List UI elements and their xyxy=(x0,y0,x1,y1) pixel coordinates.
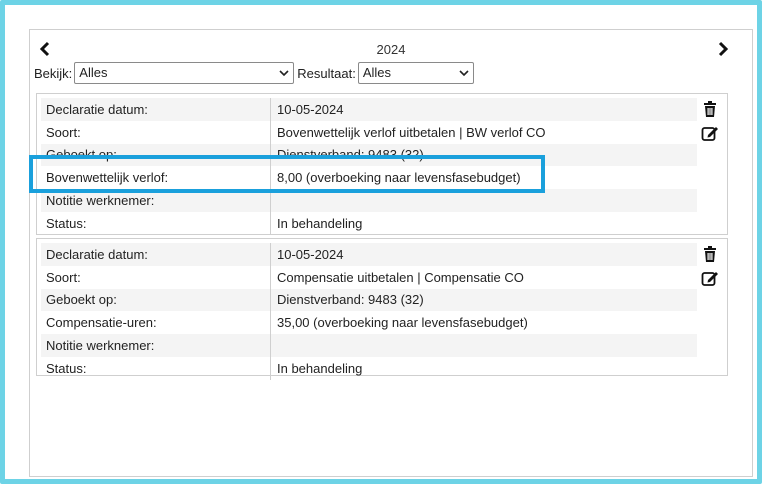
field-value: Compensatie uitbetalen | Compensatie CO xyxy=(277,269,524,285)
edit-icon[interactable] xyxy=(701,124,719,142)
field-value: 10-05-2024 xyxy=(277,101,344,117)
field-label: Notitie werknemer: xyxy=(41,189,271,212)
field-value: 8,00 (overboeking naar levensfasebudget) xyxy=(277,170,521,186)
edit-icon[interactable] xyxy=(701,269,719,287)
year-navigation: 2024 xyxy=(30,38,752,58)
field-value: In behandeling xyxy=(277,360,363,376)
field-label: Declaratie datum: xyxy=(41,98,271,121)
field-label: Geboekt op: xyxy=(41,288,271,312)
resultaat-label: Resultaat: xyxy=(297,65,356,81)
table-row: Geboekt op: Dienstverband: 9483 (32) xyxy=(41,288,697,312)
table-row: Soort: Compensatie uitbetalen | Compensa… xyxy=(41,265,697,289)
field-label: Notitie werknemer: xyxy=(41,334,271,357)
table-row: Notitie werknemer: xyxy=(41,334,697,357)
table-row: Declaratie datum: 10-05-2024 xyxy=(41,243,697,266)
field-label: Soort: xyxy=(41,265,271,289)
table-row: Status: In behandeling xyxy=(41,211,697,235)
declaration-card: Declaratie datum: 10-05-2024 Soort: Comp… xyxy=(36,238,728,380)
declarations-panel: 2024 Bekijk: Alles Resultaat: Alles Decl… xyxy=(29,29,753,477)
declaration-card: Declaratie datum: 10-05-2024 Soort: Bove… xyxy=(36,93,728,235)
declaration-details: Declaratie datum: 10-05-2024 Soort: Bove… xyxy=(41,98,697,235)
outer-frame: 2024 Bekijk: Alles Resultaat: Alles Decl… xyxy=(0,0,762,484)
table-row: Compensatie-uren: 35,00 (overboeking naa… xyxy=(41,311,697,335)
field-label: Status: xyxy=(41,356,271,380)
field-value: Dienstverband: 9483 (32) xyxy=(277,147,424,163)
chevron-right-icon[interactable] xyxy=(716,41,730,57)
declaration-details: Declaratie datum: 10-05-2024 Soort: Comp… xyxy=(41,243,697,380)
field-label: Compensatie-uren: xyxy=(41,311,271,335)
chevron-down-icon xyxy=(459,70,469,77)
field-value: In behandeling xyxy=(277,215,363,231)
field-label: Declaratie datum: xyxy=(41,243,271,266)
filter-bar: Bekijk: Alles Resultaat: Alles xyxy=(34,62,474,84)
resultaat-select[interactable]: Alles xyxy=(357,62,474,84)
table-row: Geboekt op: Dienstverband: 9483 (32) xyxy=(41,143,697,167)
field-value: Bovenwettelijk verlof uitbetalen | BW ve… xyxy=(277,124,546,140)
field-label: Bovenwettelijk verlof: xyxy=(41,166,271,190)
trash-icon[interactable] xyxy=(701,245,719,263)
chevron-down-icon xyxy=(279,70,289,77)
bekijk-select[interactable]: Alles xyxy=(74,62,295,84)
bekijk-label: Bekijk: xyxy=(34,65,73,81)
table-row: Bovenwettelijk verlof: 8,00 (overboeking… xyxy=(41,166,697,190)
field-label: Soort: xyxy=(41,120,271,144)
table-row: Notitie werknemer: xyxy=(41,189,697,212)
bekijk-select-value: Alles xyxy=(79,65,108,80)
field-value: 35,00 (overboeking naar levensfasebudget… xyxy=(277,315,528,331)
card-actions xyxy=(701,100,721,148)
resultaat-select-value: Alles xyxy=(362,65,392,80)
card-actions xyxy=(701,245,721,293)
field-value: 10-05-2024 xyxy=(277,246,344,262)
table-row: Declaratie datum: 10-05-2024 xyxy=(41,98,697,121)
table-row: Status: In behandeling xyxy=(41,356,697,380)
table-row: Soort: Bovenwettelijk verlof uitbetalen … xyxy=(41,120,697,144)
year-label: 2024 xyxy=(376,42,406,57)
field-label: Geboekt op: xyxy=(41,143,271,167)
field-value: Dienstverband: 9483 (32) xyxy=(277,292,424,308)
trash-icon[interactable] xyxy=(701,100,719,118)
field-label: Status: xyxy=(41,211,271,235)
